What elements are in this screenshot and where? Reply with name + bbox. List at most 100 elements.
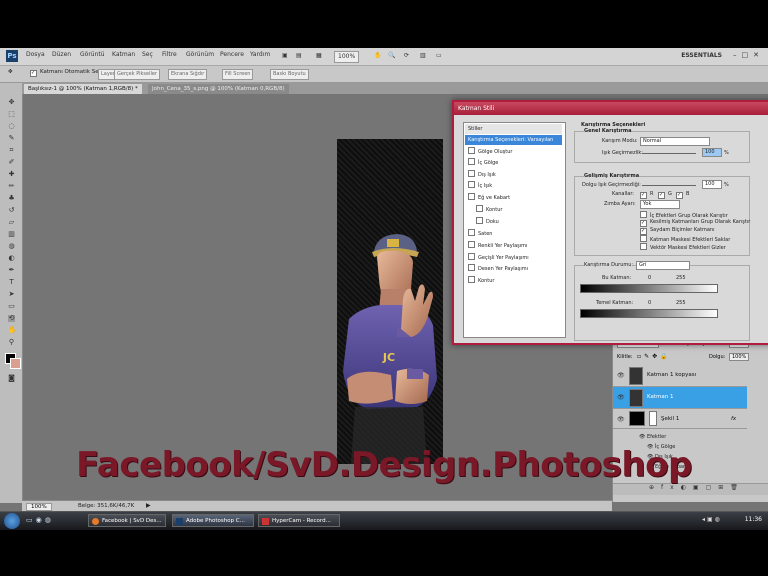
- layer-row[interactable]: 👁 Şekil 1 fx: [613, 409, 747, 429]
- eraser-tool-icon[interactable]: ▱: [8, 219, 15, 226]
- system-tray-icons[interactable]: ◂▣◍: [702, 516, 722, 523]
- workspace-switcher[interactable]: ESSENTIALS: [681, 52, 722, 59]
- quick-mask-icon[interactable]: ◙: [8, 375, 15, 382]
- fit-screen-button[interactable]: Ekrana Sığdır: [168, 69, 208, 80]
- menu-file[interactable]: Dosya: [26, 51, 45, 58]
- crop-tool-icon[interactable]: ⌗: [8, 147, 15, 154]
- fill-screen-button[interactable]: Fill Screen: [222, 69, 254, 80]
- visibility-eye-icon[interactable]: 👁: [617, 387, 625, 408]
- opacity-input[interactable]: 100: [702, 148, 722, 157]
- style-item-satin[interactable]: Saten: [468, 229, 562, 239]
- channel-g-checkbox[interactable]: G: [658, 191, 672, 199]
- path-selection-tool-icon[interactable]: ➤: [8, 291, 15, 298]
- menu-filter[interactable]: Filtre: [162, 51, 177, 58]
- dodge-tool-icon[interactable]: ◐: [8, 255, 15, 262]
- fill-opacity-input[interactable]: 100: [702, 180, 722, 189]
- window-controls[interactable]: –□✕: [733, 51, 764, 59]
- tab-john-cena[interactable]: John_Cena_35_s.png @ 100% (Katman 0,RGB/…: [148, 84, 289, 94]
- style-item-texture[interactable]: Doku: [476, 217, 570, 227]
- menu-select[interactable]: Seç: [142, 51, 153, 58]
- blending-options-item[interactable]: Karıştırma Seçenekleri: Varsayılan: [465, 135, 562, 145]
- hand-tool-icon[interactable]: ✋: [8, 327, 17, 334]
- move-tool-icon[interactable]: ✥: [8, 99, 15, 106]
- layer-row[interactable]: 👁 Katman 1: [613, 387, 747, 409]
- menu-edit[interactable]: Düzen: [52, 51, 71, 58]
- 3d-rotate-tool-icon[interactable]: ⟲: [8, 315, 15, 322]
- print-size-button[interactable]: Baskı Boyutu: [270, 69, 309, 80]
- taskbar-button-firefox[interactable]: Facebook | SvD Des...: [88, 514, 166, 527]
- menu-image[interactable]: Görüntü: [80, 51, 105, 58]
- style-item-color-overlay[interactable]: Renkli Yer Paylaşımı: [468, 241, 562, 251]
- taskbar-button-hypercam[interactable]: HyperCam - Record...: [258, 514, 340, 527]
- minibridge-icon[interactable]: ▤: [296, 51, 302, 61]
- lock-icons[interactable]: ▫✎✥🔒: [637, 353, 671, 360]
- style-item-inner-glow[interactable]: İç Işık: [468, 181, 562, 191]
- this-layer-gradient-slider[interactable]: [580, 284, 718, 293]
- style-item-drop-shadow[interactable]: Gölge Oluştur: [468, 147, 562, 157]
- lasso-tool-icon[interactable]: ◌: [8, 123, 15, 130]
- channel-r-checkbox[interactable]: R: [640, 191, 653, 199]
- pen-tool-icon[interactable]: ✒: [8, 267, 15, 274]
- document-canvas[interactable]: JC: [337, 139, 443, 464]
- type-tool-icon[interactable]: T: [8, 279, 15, 286]
- marquee-tool-icon[interactable]: ⬚: [8, 111, 15, 118]
- zoom-field[interactable]: 100%: [26, 503, 52, 511]
- menu-window[interactable]: Pencere: [220, 51, 244, 58]
- menu-view[interactable]: Görünüm: [186, 51, 214, 58]
- eye-icon[interactable]: 👁: [639, 434, 647, 440]
- knockout-dropdown[interactable]: Yok: [640, 200, 680, 209]
- style-item-gradient-overlay[interactable]: Geçişli Yer Paylaşımı: [468, 253, 562, 263]
- bridge-icon[interactable]: ▣: [282, 51, 288, 61]
- style-item-stroke[interactable]: Kontur: [468, 276, 562, 286]
- zoom-tool-icon[interactable]: ⚲: [8, 339, 15, 346]
- styles-item[interactable]: Stiller: [465, 124, 562, 134]
- menu-help[interactable]: Yardım: [250, 51, 270, 58]
- status-arrow-icon[interactable]: ▶: [146, 502, 151, 509]
- style-item-inner-shadow[interactable]: İç Gölge: [468, 158, 562, 168]
- extras-icon[interactable]: ▦: [316, 51, 322, 61]
- quick-select-tool-icon[interactable]: ✎: [8, 135, 15, 142]
- start-button[interactable]: [4, 513, 20, 529]
- zoom-level-select[interactable]: 100%: [334, 51, 360, 63]
- visibility-eye-icon[interactable]: 👁: [617, 409, 625, 430]
- option-blend-interior-effects[interactable]: İç Efektleri Grup Olarak Karıştır: [640, 211, 728, 219]
- option-transparency-shapes[interactable]: Saydam Biçimler Katmanı: [640, 227, 715, 235]
- quick-launch-icons[interactable]: ▭◉◍: [26, 516, 54, 524]
- auto-select-checkbox[interactable]: [30, 69, 40, 77]
- opacity-slider[interactable]: [642, 153, 696, 154]
- visibility-eye-icon[interactable]: 👁: [617, 365, 625, 386]
- layer-row[interactable]: 👁 Katman 1 kopyası: [613, 365, 747, 387]
- underlying-layer-gradient-slider[interactable]: [580, 309, 718, 318]
- fill-opacity-slider[interactable]: [642, 185, 696, 186]
- menu-layer[interactable]: Katman: [112, 51, 135, 58]
- fx-icon[interactable]: fx: [731, 409, 736, 430]
- clone-stamp-tool-icon[interactable]: ♣: [8, 195, 15, 202]
- style-item-contour[interactable]: Kontur: [476, 205, 570, 215]
- brush-tool-icon[interactable]: ✏: [8, 183, 15, 190]
- channel-b-checkbox[interactable]: B: [676, 191, 689, 199]
- style-item-pattern-overlay[interactable]: Desen Yer Paylaşımı: [468, 264, 562, 274]
- style-item-outer-glow[interactable]: Dış Işık: [468, 170, 562, 180]
- history-brush-tool-icon[interactable]: ↺: [8, 207, 15, 214]
- blend-if-dropdown[interactable]: Gri: [636, 261, 690, 270]
- gradient-tool-icon[interactable]: ▥: [8, 231, 15, 238]
- actual-pixels-button[interactable]: Gerçek Pikseller: [114, 69, 160, 80]
- option-layer-mask-hides[interactable]: Katman Maskesi Efektleri Saklar: [640, 235, 730, 243]
- zoom-tool-icon[interactable]: 🔍: [388, 51, 395, 61]
- hand-tool-icon[interactable]: ✋: [374, 51, 381, 61]
- move-tool-icon[interactable]: ✥: [8, 69, 13, 75]
- blend-mode-dropdown[interactable]: Normal: [640, 137, 710, 146]
- blur-tool-icon[interactable]: ◍: [8, 243, 15, 250]
- eyedropper-tool-icon[interactable]: ✐: [8, 159, 15, 166]
- shape-tool-icon[interactable]: ▭: [8, 303, 15, 310]
- screen-mode-icon[interactable]: ▭: [436, 51, 442, 61]
- background-color-swatch[interactable]: [10, 358, 21, 369]
- option-blend-clipped-layers[interactable]: Kesilmiş Katmanları Grup Olarak Karıştır: [640, 219, 750, 227]
- layer-fill-field[interactable]: 100%: [729, 353, 750, 361]
- taskbar-button-photoshop[interactable]: Adobe Photoshop C...: [172, 514, 254, 527]
- arrange-documents-icon[interactable]: ▥: [420, 51, 426, 61]
- healing-brush-tool-icon[interactable]: ✚: [8, 171, 15, 178]
- rotate-view-icon[interactable]: ⟳: [404, 51, 409, 61]
- option-vector-mask-hides[interactable]: Vektör Maskesi Efektleri Gizler: [640, 243, 726, 251]
- tab-untitled-1[interactable]: Başlıksız-1 @ 100% (Katman 1,RGB/8) *: [24, 84, 142, 94]
